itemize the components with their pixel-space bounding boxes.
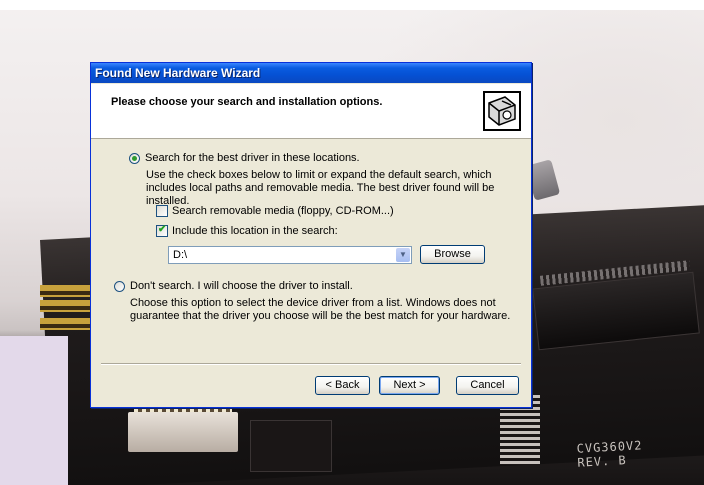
- board-silkscreen: CVG360V2 REV. B: [576, 438, 643, 469]
- location-value: D:\: [173, 249, 188, 261]
- dont-search-description: Choose this option to select the device …: [130, 297, 511, 322]
- dont-search-radio[interactable]: [114, 281, 125, 292]
- hardware-wizard-icon: [483, 91, 521, 131]
- search-radio[interactable]: [129, 153, 140, 164]
- dont-search-label[interactable]: Don't search. I will choose the driver t…: [130, 280, 353, 292]
- include-location-checkbox[interactable]: ✔: [156, 224, 168, 237]
- cancel-button[interactable]: Cancel: [456, 376, 519, 395]
- wizard-header: Please choose your search and installati…: [91, 84, 531, 139]
- background-top-strip: [0, 0, 704, 10]
- search-option-description: Use the check boxes below to limit or ex…: [146, 169, 495, 207]
- location-combo[interactable]: D:\ ▼: [168, 246, 412, 264]
- back-button[interactable]: < Back: [315, 376, 370, 395]
- next-button[interactable]: Next >: [379, 376, 440, 395]
- removable-media-label[interactable]: Search removable media (floppy, CD-ROM..…: [172, 205, 394, 217]
- search-option-label[interactable]: Search for the best driver in these loca…: [145, 152, 360, 164]
- small-chip: [250, 420, 332, 472]
- wizard-window: Found New Hardware Wizard Please choose …: [90, 62, 532, 408]
- header-title: Please choose your search and installati…: [111, 96, 383, 108]
- window-title: Found New Hardware Wizard: [95, 66, 261, 80]
- title-bar[interactable]: Found New Hardware Wizard: [91, 63, 531, 83]
- background-panel: [0, 336, 68, 485]
- browse-button[interactable]: Browse: [420, 245, 485, 264]
- connector: [128, 412, 238, 452]
- removable-media-checkbox[interactable]: [156, 205, 168, 217]
- include-location-label[interactable]: Include this location in the search:: [172, 225, 338, 237]
- footer-divider: [101, 363, 521, 365]
- check-mark-icon: ✔: [158, 224, 167, 235]
- chevron-down-icon[interactable]: ▼: [396, 248, 410, 262]
- wizard-content: Search for the best driver in these loca…: [91, 139, 531, 359]
